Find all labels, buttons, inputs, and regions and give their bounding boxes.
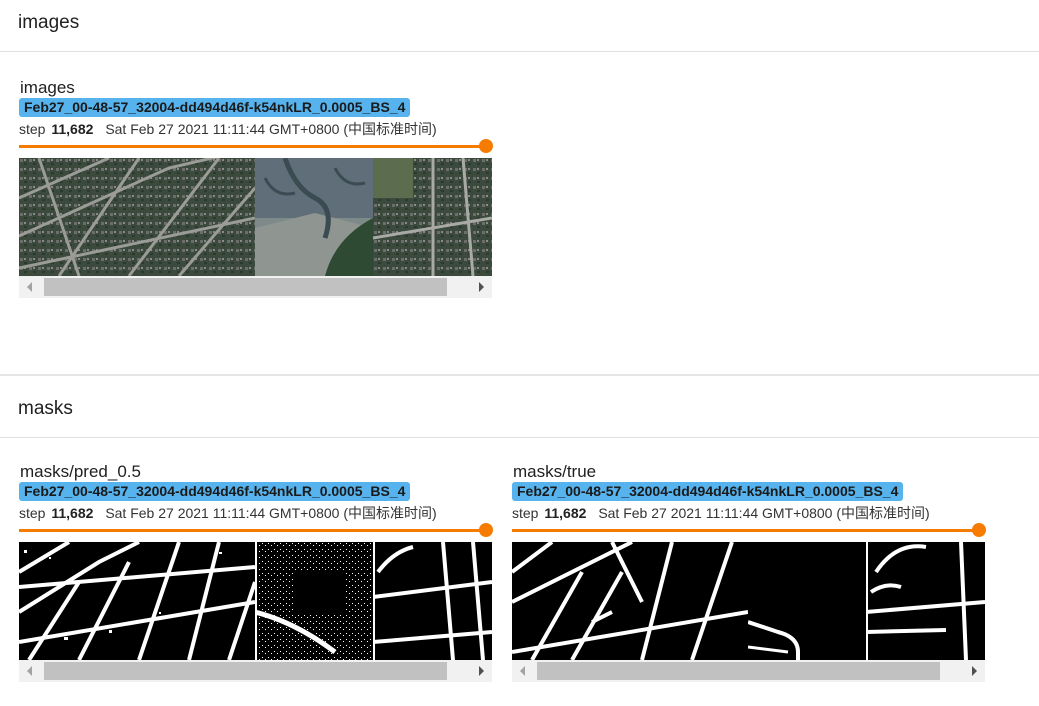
scroll-left-arrow-icon[interactable] [19, 660, 41, 682]
step-slider[interactable] [512, 523, 986, 537]
step-slider-knob[interactable] [479, 139, 493, 153]
step-value: 11,682 [51, 505, 94, 521]
step-label: step [19, 505, 46, 521]
step-timestamp: Sat Feb 27 2021 11:11:44 GMT+0800 (中国标准时… [105, 121, 437, 137]
step-slider[interactable] [19, 139, 493, 153]
step-info: step 11,682 Sat Feb 27 2021 11:11:44 GMT… [512, 503, 930, 523]
run-chip: Feb27_00-48-57_32004-dd494d46f-k54nkLR_0… [19, 482, 411, 501]
image-strip [512, 542, 985, 660]
step-value: 11,682 [544, 505, 587, 521]
mask-image-tile [866, 542, 985, 660]
image-card-images: images Feb27_00-48-57_32004-dd494d46f-k5… [19, 78, 493, 300]
step-timestamp: Sat Feb 27 2021 11:11:44 GMT+0800 (中国标准时… [105, 505, 437, 521]
aerial-image-tile [373, 158, 492, 276]
scroll-left-arrow-icon[interactable] [512, 660, 534, 682]
aerial-image-tile [19, 158, 255, 276]
image-strip [19, 542, 492, 660]
mask-image-tile [19, 542, 255, 660]
step-label: step [19, 121, 46, 137]
section-divider [0, 374, 1039, 376]
image-card-masks-true: masks/true Feb27_00-48-57_32004-dd494d46… [512, 462, 986, 684]
section-title-masks: masks [18, 398, 73, 419]
step-info: step 11,682 Sat Feb 27 2021 11:11:44 GMT… [19, 503, 437, 523]
masks-section-header[interactable]: masks [0, 386, 1039, 438]
mask-image-tile [512, 542, 748, 660]
scroll-left-arrow-icon[interactable] [19, 276, 41, 298]
card-tag: masks/pred_0.5 [20, 462, 141, 481]
run-chip: Feb27_00-48-57_32004-dd494d46f-k54nkLR_0… [19, 98, 411, 117]
mask-image-tile [255, 542, 373, 660]
scrollbar-thumb[interactable] [44, 662, 447, 680]
image-strip [19, 158, 492, 276]
step-value: 11,682 [51, 121, 94, 137]
mask-image-tile [748, 542, 866, 660]
step-timestamp: Sat Feb 27 2021 11:11:44 GMT+0800 (中国标准时… [598, 505, 930, 521]
run-chip: Feb27_00-48-57_32004-dd494d46f-k54nkLR_0… [512, 482, 904, 501]
image-card-masks-pred: masks/pred_0.5 Feb27_00-48-57_32004-dd49… [19, 462, 493, 684]
horizontal-scrollbar[interactable] [19, 660, 492, 682]
step-slider-knob[interactable] [479, 523, 493, 537]
scrollbar-thumb[interactable] [44, 278, 447, 296]
section-title-images: images [18, 12, 80, 33]
scrollbar-thumb[interactable] [537, 662, 940, 680]
horizontal-scrollbar[interactable] [512, 660, 985, 682]
images-section-header[interactable]: images [0, 0, 1039, 52]
horizontal-scrollbar[interactable] [19, 276, 492, 298]
scroll-right-arrow-icon[interactable] [963, 660, 985, 682]
mask-image-tile [373, 542, 492, 660]
aerial-image-tile [255, 158, 373, 276]
scroll-right-arrow-icon[interactable] [470, 276, 492, 298]
step-slider[interactable] [19, 523, 493, 537]
scroll-right-arrow-icon[interactable] [470, 660, 492, 682]
card-tag: images [20, 78, 75, 97]
step-label: step [512, 505, 539, 521]
card-tag: masks/true [513, 462, 597, 481]
step-info: step 11,682 Sat Feb 27 2021 11:11:44 GMT… [19, 119, 437, 139]
step-slider-knob[interactable] [972, 523, 986, 537]
